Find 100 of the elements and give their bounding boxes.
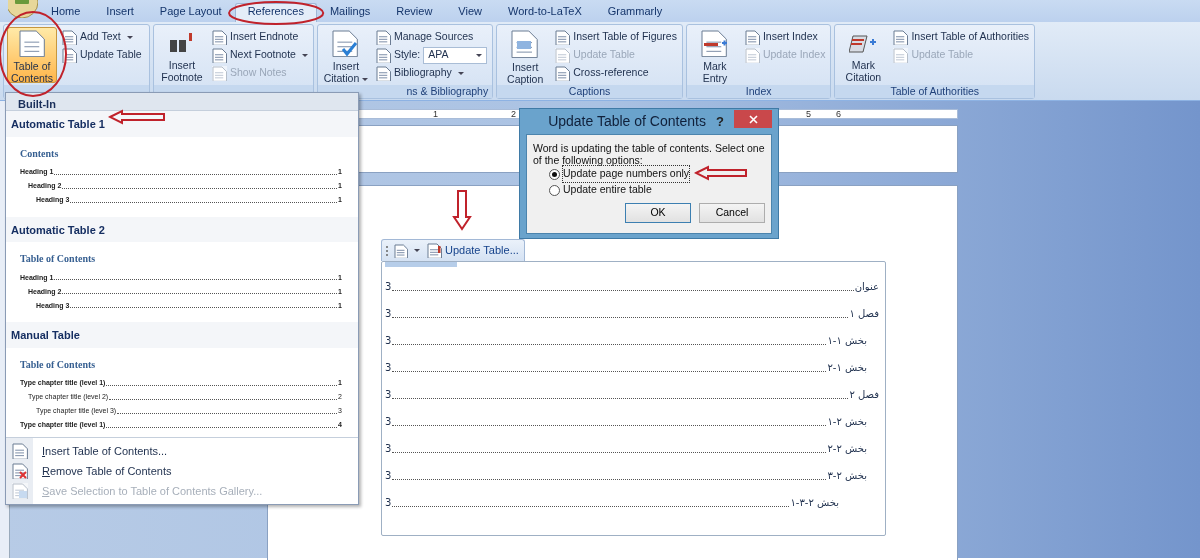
toc-menu-button[interactable] xyxy=(392,243,422,258)
group-label: Captions xyxy=(568,85,611,97)
ribbon-tab[interactable]: Grammarly xyxy=(594,3,676,22)
ribbon-button[interactable]: Next Footnote xyxy=(210,46,310,64)
caret-icon xyxy=(414,249,420,252)
ribbon-button[interactable]: Table of Contents xyxy=(7,27,57,83)
document-icon xyxy=(744,47,760,63)
annotation-arrow xyxy=(694,165,748,181)
document-icon xyxy=(375,29,391,45)
ribbon-button[interactable]: Insert Citation xyxy=(320,27,371,83)
ribbon-tab[interactable]: Page Layout xyxy=(146,3,235,22)
ribbon-button[interactable]: Update Table xyxy=(60,46,144,64)
close-button[interactable] xyxy=(734,110,772,128)
document-icon xyxy=(555,65,571,81)
ribbon-tab[interactable]: Home xyxy=(38,3,94,22)
grip-icon xyxy=(385,243,389,258)
dialog-title: Update Table of Contents xyxy=(547,112,707,131)
toc-entry: بخش ۲-۲ xyxy=(827,442,868,456)
ribbon-button[interactable]: Insert Footnote xyxy=(157,27,207,83)
ribbon-button[interactable]: Insert Index xyxy=(742,28,828,46)
caret-icon xyxy=(362,77,369,81)
ribbon-button[interactable]: Insert Table of Authorities xyxy=(891,28,1032,46)
caret-icon xyxy=(476,53,483,57)
menu-header: Built-In xyxy=(6,93,358,111)
page-number: 3 xyxy=(385,280,392,294)
ruler-number: 1 xyxy=(433,108,438,121)
radio-option[interactable]: Update entire table xyxy=(549,182,652,198)
annotation-arrow xyxy=(452,189,472,231)
toc-entry: عنوان xyxy=(854,280,879,294)
dialog-message: Word is updating the table of contents. Select one of the following options: xyxy=(533,142,765,166)
document-check-icon xyxy=(332,30,360,57)
document-icon xyxy=(893,29,909,45)
radio-button[interactable] xyxy=(549,168,560,180)
document-icon xyxy=(555,47,571,63)
ribbon-tab[interactable]: View xyxy=(445,3,495,22)
gallery-item-title[interactable]: Automatic Table 1 xyxy=(6,111,358,137)
ribbon-button[interactable]: Mark Entry xyxy=(689,27,740,83)
ribbon-button[interactable]: Cross-reference xyxy=(553,64,679,82)
gallery-item-title[interactable]: Automatic Table 2 xyxy=(6,216,358,242)
document-icon xyxy=(212,29,227,45)
page-number: 3 xyxy=(385,442,392,456)
preview-title: Table of Contents xyxy=(20,252,97,266)
ribbon-button[interactable]: Add Text xyxy=(60,28,144,46)
ribbon-button[interactable]: Mark Citation xyxy=(838,27,889,83)
ribbon-tab[interactable]: Review xyxy=(383,3,446,22)
close-icon xyxy=(748,114,758,124)
preview-title: Table of Contents xyxy=(20,357,97,372)
page-number: 3 xyxy=(385,388,392,402)
toc-entry: فصل ۲ xyxy=(849,388,879,402)
radio-button[interactable] xyxy=(549,184,560,196)
dialog-button[interactable]: OK xyxy=(625,203,691,223)
ribbon-button[interactable]: Bibliography xyxy=(373,64,490,82)
field-label: Style: xyxy=(393,47,421,63)
ribbon-button[interactable]: Insert Table of Figures xyxy=(553,28,679,46)
group-label: Table of Authorities xyxy=(890,85,980,97)
page-number: 3 xyxy=(385,334,392,348)
document-icon xyxy=(375,47,391,63)
toc-entry: بخش ۲-۱ xyxy=(827,415,868,429)
mark-entry-icon xyxy=(701,30,729,57)
gallery-item-title[interactable]: Manual Table xyxy=(6,322,358,348)
document-icon xyxy=(12,483,28,499)
page-number: 3 xyxy=(385,469,392,483)
ribbon-tab[interactable]: Mailings xyxy=(316,3,384,22)
ribbon-tab[interactable]: Insert xyxy=(93,3,147,22)
page-number: 3 xyxy=(385,415,392,429)
document-icon xyxy=(18,30,46,57)
help-button[interactable]: ? xyxy=(716,111,724,132)
page-number: 3 xyxy=(385,361,392,375)
document-icon xyxy=(427,243,442,258)
menu-item[interactable]: Remove Table of Contents xyxy=(6,461,358,481)
group-label: Index xyxy=(745,85,772,97)
group-label: ns & Bibliography xyxy=(406,85,489,97)
annotation-arrow xyxy=(108,109,166,125)
ribbon-button[interactable]: Insert Endnote xyxy=(210,28,310,46)
radio-option[interactable]: Update page numbers only xyxy=(549,166,690,182)
ribbon-tab[interactable]: Word-to-LaTeX xyxy=(495,3,595,22)
toc-entry: بخش ۱-۱ xyxy=(827,334,868,348)
caret-icon xyxy=(126,35,133,39)
document-icon xyxy=(744,29,760,45)
caret-icon xyxy=(457,71,464,75)
toc-entry: فصل ۱ xyxy=(849,307,879,321)
caret-icon xyxy=(301,53,308,57)
document-icon xyxy=(394,243,408,258)
menu-item[interactable]: Insert Table of Contents... xyxy=(6,441,358,461)
toc-entry: بخش ۲-۳-۱ xyxy=(790,496,840,510)
style-dropdown[interactable]: APA xyxy=(423,46,488,64)
ribbon-button[interactable]: Insert Caption xyxy=(500,27,551,83)
ruler-number: 6 xyxy=(836,108,841,121)
page-number: 3 xyxy=(385,307,392,321)
ribbon-button[interactable]: Manage Sources xyxy=(373,28,490,46)
ruler-number: 2 xyxy=(511,108,516,121)
preview-title: Contents xyxy=(20,146,60,161)
caption-icon xyxy=(511,30,540,58)
document-icon xyxy=(375,65,391,81)
dialog-button[interactable]: Cancel xyxy=(699,203,765,223)
document-icon xyxy=(212,47,227,63)
update-table-button[interactable]: Update Table... xyxy=(425,242,521,259)
toc-entry: بخش ۲-۳ xyxy=(827,469,868,483)
document-icon xyxy=(62,29,77,45)
toc-entry: بخش ۱-۲ xyxy=(827,361,868,375)
